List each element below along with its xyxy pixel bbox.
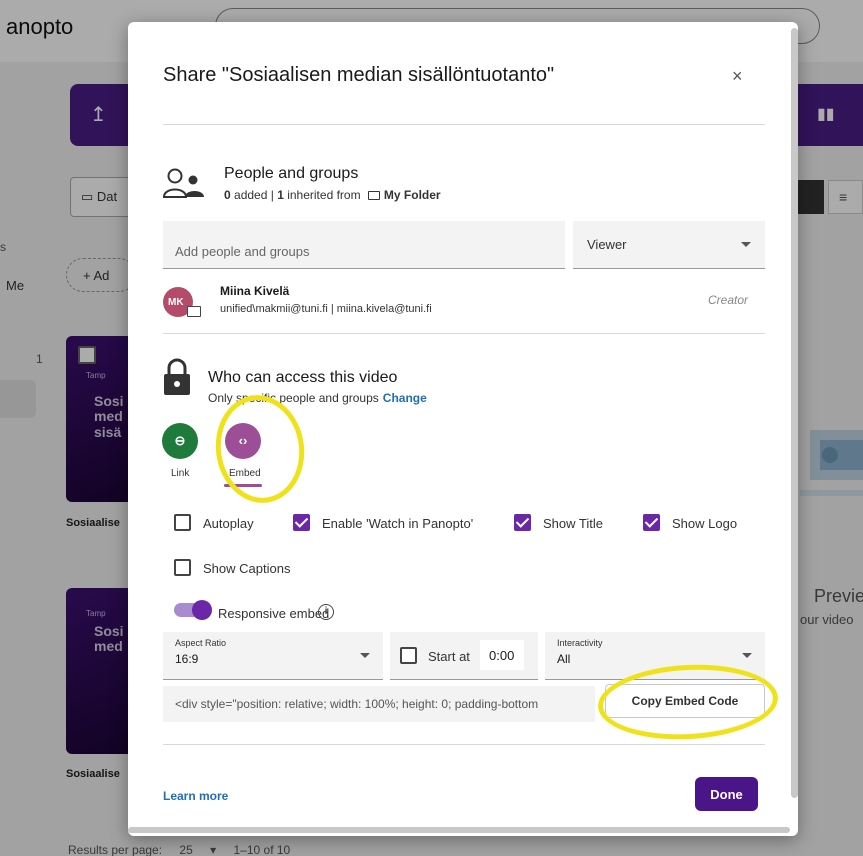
show-logo-label: Show Logo [672, 516, 738, 531]
people-groups-title: People and groups [224, 165, 359, 182]
divider [163, 333, 765, 334]
inherited-label: inherited from [283, 188, 364, 202]
share-dialog: Share "Sosiaalisen median sisällöntuotan… [128, 22, 798, 836]
start-at-time-input[interactable]: 0:00 [480, 640, 524, 670]
interactivity-value: All [557, 652, 571, 666]
selected-tab-indicator [224, 484, 262, 487]
autoplay-checkbox[interactable] [174, 514, 191, 531]
done-button[interactable]: Done [695, 777, 758, 811]
horizontal-scrollbar[interactable] [128, 827, 790, 833]
divider [163, 744, 765, 745]
show-title-checkbox[interactable] [514, 514, 531, 531]
watch-in-panopto-checkbox[interactable] [293, 514, 310, 531]
role-select[interactable]: Viewer [573, 221, 765, 269]
user-role: Creator [708, 293, 749, 307]
aspect-ratio-select[interactable]: Aspect Ratio 16:9 [163, 632, 383, 680]
show-logo-checkbox[interactable] [643, 514, 660, 531]
responsive-embed-toggle[interactable] [174, 600, 212, 620]
access-title: Who can access this video [208, 369, 398, 386]
learn-more-link[interactable]: Learn more [163, 789, 228, 803]
link-mode-button[interactable]: ⊖ [162, 423, 198, 459]
vertical-scrollbar[interactable] [791, 28, 798, 798]
access-subtitle: Only specific people and groups Change [208, 391, 427, 405]
show-title-label: Show Title [543, 516, 603, 531]
added-label: added [230, 188, 268, 202]
lock-icon [164, 358, 190, 395]
code-icon: ‹› [238, 433, 248, 448]
role-value: Viewer [587, 237, 627, 252]
folder-icon [367, 191, 380, 200]
user-emails: unified\makmii@tuni.fi | miina.kivela@tu… [220, 303, 432, 315]
responsive-embed-label: Responsive embed [218, 606, 330, 621]
copy-embed-code-button[interactable]: Copy Embed Code [605, 684, 765, 718]
chevron-down-icon [360, 653, 370, 658]
chevron-down-icon [742, 653, 752, 658]
link-mode-label: Link [171, 468, 190, 479]
annotation-circle-embed [208, 389, 312, 509]
start-at-checkbox[interactable] [400, 647, 417, 664]
close-icon[interactable]: × [732, 66, 743, 87]
inherited-folder-link[interactable]: My Folder [384, 188, 441, 202]
interactivity-label: Interactivity [557, 638, 603, 648]
divider [163, 124, 765, 125]
user-name: Miina Kivelä [220, 284, 290, 298]
inherited-count: 1 [277, 188, 284, 202]
aspect-ratio-label: Aspect Ratio [175, 638, 227, 648]
folder-icon [187, 306, 201, 317]
start-at-field: Start at 0:00 [390, 632, 538, 680]
access-level: Only specific people and groups [208, 391, 379, 405]
embed-mode-button[interactable]: ‹› [225, 423, 261, 459]
autoplay-label: Autoplay [203, 516, 254, 531]
info-icon[interactable]: i [318, 604, 334, 620]
link-icon: ⊖ [174, 433, 186, 448]
interactivity-select[interactable]: Interactivity All [545, 632, 765, 680]
start-at-label: Start at [428, 649, 470, 664]
added-count: 0 [224, 188, 231, 202]
embed-mode-label: Embed [229, 468, 261, 479]
add-people-input[interactable] [163, 221, 565, 269]
people-icon [162, 168, 204, 198]
dialog-title: Share "Sosiaalisen median sisällöntuotan… [163, 64, 555, 86]
chevron-down-icon [741, 242, 751, 247]
toggle-knob [192, 600, 212, 620]
show-captions-label: Show Captions [203, 561, 291, 576]
show-captions-checkbox[interactable] [174, 559, 191, 576]
embed-code-field[interactable]: <div style="position: relative; width: 1… [163, 686, 595, 722]
separator: | [267, 188, 278, 202]
aspect-ratio-value: 16:9 [175, 652, 199, 666]
watch-in-panopto-label: Enable 'Watch in Panopto' [322, 516, 474, 531]
change-access-link[interactable]: Change [383, 391, 427, 405]
people-groups-summary: 0 added | 1 inherited from My Folder [224, 188, 441, 202]
